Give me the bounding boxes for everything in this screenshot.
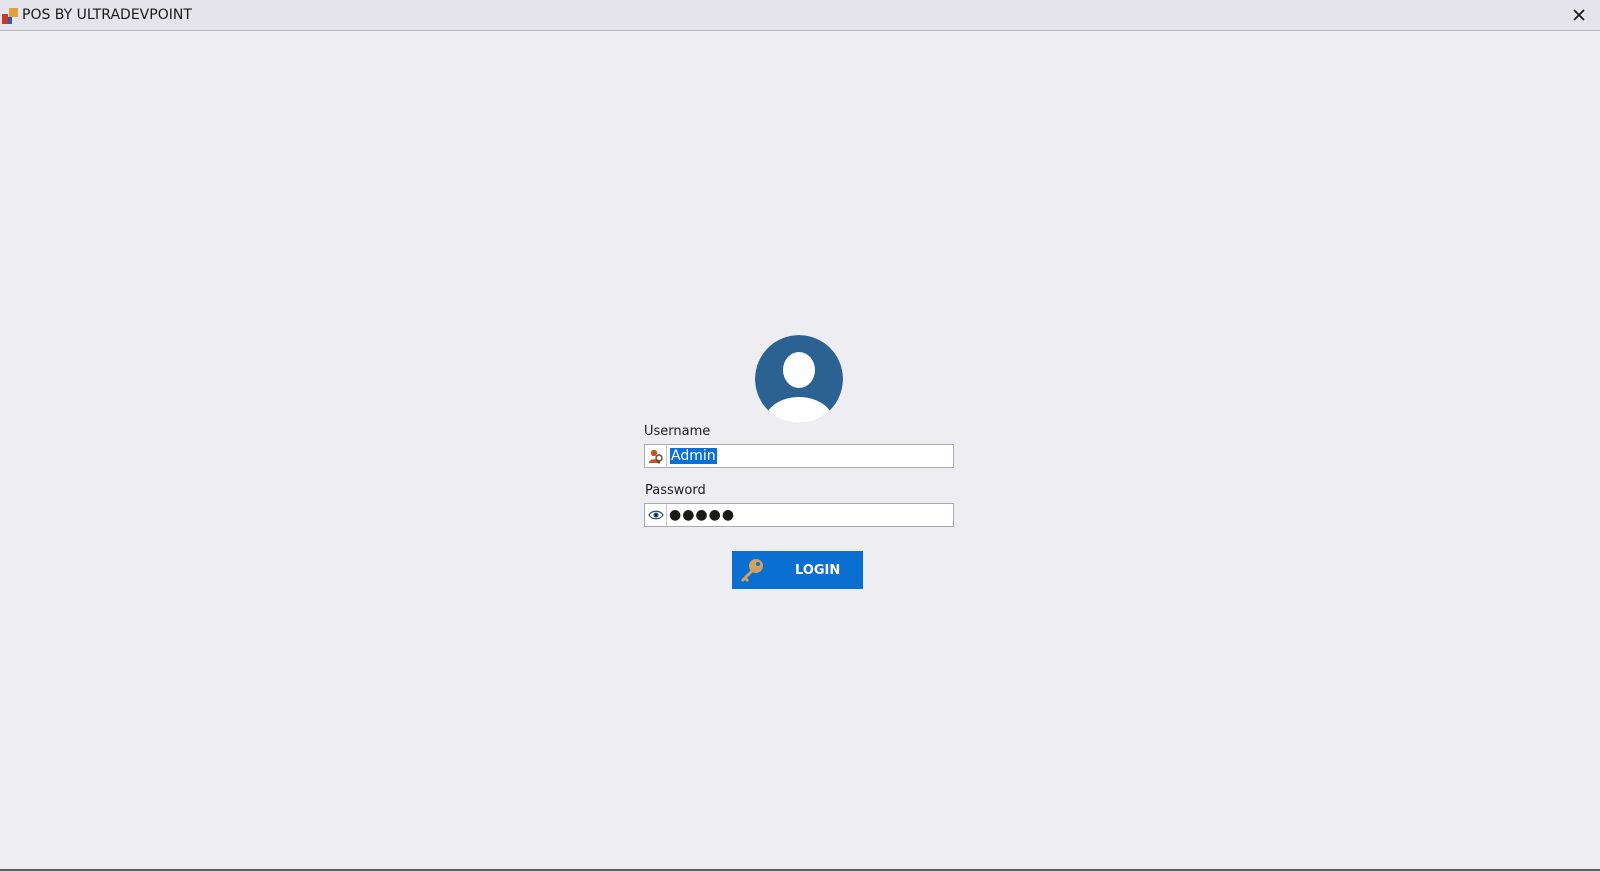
username-field-icon-box — [645, 445, 667, 467]
password-value: ●●●●● — [669, 507, 736, 523]
login-window: POS BY ULTRADEVPOINT Username Admin Pass… — [0, 0, 1600, 871]
key-icon — [741, 559, 763, 582]
eye-icon — [647, 510, 664, 520]
user-avatar-icon — [755, 335, 843, 423]
close-icon — [1573, 9, 1585, 21]
login-button-label: LOGIN — [795, 563, 841, 578]
password-label: Password — [645, 483, 706, 498]
window-title: POS BY ULTRADEVPOINT — [22, 7, 192, 23]
title-bar[interactable]: POS BY ULTRADEVPOINT — [0, 0, 1600, 31]
password-field[interactable]: ●●●●● — [644, 503, 954, 527]
password-toggle[interactable] — [645, 504, 667, 526]
user-icon — [648, 449, 663, 464]
close-button[interactable] — [1568, 4, 1590, 26]
app-logo-icon — [2, 8, 18, 24]
login-button[interactable]: LOGIN — [732, 551, 863, 589]
username-value: Admin — [670, 448, 717, 464]
username-field[interactable]: Admin — [644, 444, 954, 468]
username-label: Username — [644, 424, 711, 439]
